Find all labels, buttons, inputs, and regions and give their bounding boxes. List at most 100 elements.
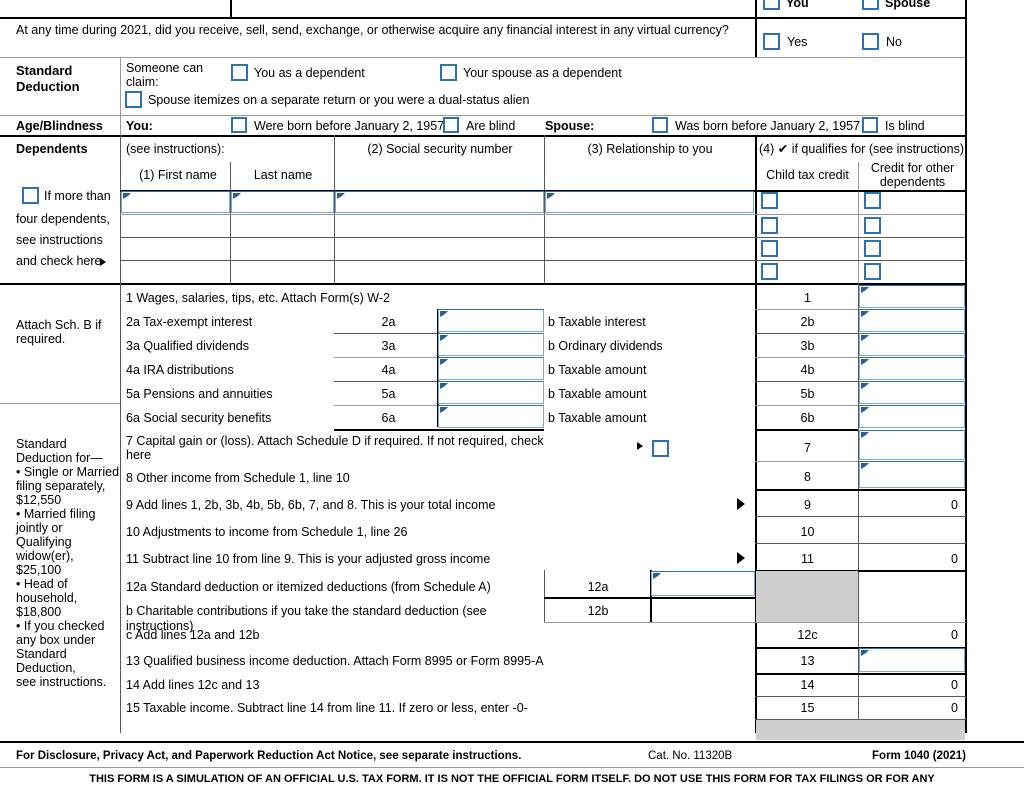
more-than-four-line2: four dependents, (16, 212, 110, 226)
line-3a-amount-field[interactable] (438, 333, 544, 356)
line-4a-number: 4a (381, 363, 396, 377)
dependent-1-child-tax-credit-checkbox[interactable] (761, 192, 778, 209)
deduction-sidebar-line-14: any box under (16, 633, 96, 647)
line-8-amount-field[interactable] (859, 461, 965, 488)
standard-deduction-heading-line2: Deduction (16, 79, 80, 94)
check-here-arrow-icon (100, 258, 106, 266)
checkbox-spouse-itemizes[interactable] (125, 91, 142, 108)
checkbox-top-you[interactable] (763, 0, 780, 10)
line-13-amount-field[interactable] (859, 648, 965, 672)
line-2b-amount-field[interactable] (859, 309, 965, 332)
dependents-col-credit-other-line2: dependents (879, 175, 946, 189)
dependents-col-ssn: (2) Social security number (367, 142, 513, 156)
dependent-3-child-tax-credit-checkbox[interactable] (761, 240, 778, 257)
rule-line-4b-num (755, 381, 858, 382)
line-10-number: 10 (800, 525, 815, 539)
label-spouse-age-blindness: Spouse: (545, 119, 595, 133)
line-6b-amount-field[interactable] (859, 405, 965, 428)
line-2b-number: 2b (800, 315, 815, 329)
rule-line-12b-bottom (544, 622, 755, 623)
rule-line-4a-num (334, 381, 437, 382)
deduction-sidebar-line-1: Deduction for— (16, 451, 103, 465)
line-6b-number: 6b (800, 411, 815, 425)
dependent-2-child-tax-credit-checkbox[interactable] (761, 217, 778, 234)
deduction-sidebar-line-4: $12,550 (16, 493, 62, 507)
line-11-label: 11 Subtract line 10 from line 9. This is… (126, 552, 491, 566)
checkbox-you-blind[interactable] (443, 117, 459, 133)
line-7-label-part2: here (126, 448, 152, 462)
checkbox-virtual-currency-no[interactable] (862, 33, 879, 50)
label-virtual-currency-yes: Yes (787, 35, 808, 49)
checkbox-you-as-dependent[interactable] (231, 64, 248, 81)
rule-dependents-row1 (120, 214, 966, 215)
line-15-label: 15 Taxable income. Subtract line 14 from… (126, 701, 528, 715)
dependent-1-first-name-field[interactable] (121, 191, 230, 213)
line-7-checkbox[interactable] (652, 440, 669, 457)
divider-standard-deduction-label (120, 57, 121, 116)
shaded-cell-12ab (756, 571, 858, 622)
rule-footer-top (0, 741, 1024, 743)
divider-right-edge (965, 0, 967, 733)
line-4a-amount-field[interactable] (438, 357, 544, 380)
line-3b-number: 3b (800, 339, 815, 353)
line-7-amount-field[interactable] (859, 430, 965, 460)
label-top-spouse: Spouse (885, 0, 931, 10)
label-you-as-dependent: You as a dependent (254, 66, 365, 80)
line-12a-number: 12a (587, 580, 609, 594)
deduction-sidebar-line-2: • Single or Married (16, 465, 120, 479)
line-4b-number: 4b (800, 363, 815, 377)
age-blindness-heading: Age/Blindness (16, 119, 103, 133)
line-7-flow-arrow-icon (637, 442, 643, 450)
rule-below-virtual-currency (0, 57, 966, 58)
dependent-1-last-name-field[interactable] (231, 191, 334, 213)
dependent-1-relationship-field[interactable] (545, 191, 754, 213)
line-4b-amount-field[interactable] (859, 357, 965, 380)
rule-line-3b-num (755, 357, 858, 358)
line-5b-amount-field[interactable] (859, 381, 965, 404)
line-2a-amount-field[interactable] (438, 309, 544, 332)
line-3b-amount-field[interactable] (859, 333, 965, 356)
line-11-flow-arrow-icon (737, 552, 745, 564)
rule-shaded-12ab-bottom (755, 622, 966, 623)
rule-below-top-row (0, 17, 966, 19)
checkbox-more-than-four-dependents[interactable] (22, 187, 39, 204)
dependent-4-child-tax-credit-checkbox[interactable] (761, 263, 778, 280)
dependents-col-child-tax-credit: Child tax credit (766, 168, 849, 182)
line-13-number: 13 (800, 654, 815, 668)
line-5a-amount-field[interactable] (438, 381, 544, 404)
checkbox-virtual-currency-yes[interactable] (763, 33, 780, 50)
label-top-you: You (786, 0, 809, 10)
checkbox-you-born-before[interactable] (231, 117, 247, 133)
dependent-1-credit-other-checkbox[interactable] (864, 192, 881, 209)
form-1040-page: You Spouse At any time during 2021, did … (0, 0, 1024, 799)
footer-disclosure-notice: For Disclosure, Privacy Act, and Paperwo… (16, 750, 522, 762)
deduction-sidebar-line-16: Deduction, (16, 661, 76, 675)
deduction-sidebar-line-8: widow(er), (16, 549, 74, 563)
label-you-age-blindness: You: (126, 119, 153, 133)
line-8-number: 8 (804, 470, 811, 484)
deduction-sidebar-line-3: filing separately, (16, 479, 106, 493)
checkbox-top-spouse[interactable] (862, 0, 879, 10)
dependent-1-ssn-field[interactable] (335, 191, 544, 213)
line-7-label-part1: 7 Capital gain or (loss). Attach Schedul… (126, 434, 544, 448)
line-3a-number: 3a (381, 339, 396, 353)
divider-dependents-ctc (858, 162, 859, 283)
line-12a-amount-field[interactable] (651, 571, 755, 596)
checkbox-spouse-as-dependent[interactable] (440, 64, 457, 81)
rule-line-5a-num (334, 405, 437, 406)
attach-sch-b-line2: required. (16, 332, 66, 346)
checkbox-spouse-born-before[interactable] (652, 117, 668, 133)
dependent-4-credit-other-checkbox[interactable] (864, 263, 881, 280)
virtual-currency-question: At any time during 2021, did you receive… (16, 23, 729, 37)
line-1-amount-field[interactable] (859, 285, 965, 308)
line-9-amount: 0 (951, 498, 958, 512)
label-you-born-before: Were born before January 2, 1957 (254, 119, 445, 133)
dependent-2-credit-other-checkbox[interactable] (864, 217, 881, 234)
rule-line-3a-num (334, 357, 437, 358)
shaded-cell-bottom (756, 720, 965, 740)
checkbox-spouse-blind[interactable] (862, 117, 878, 133)
line-6a-amount-field[interactable] (438, 405, 544, 428)
dependents-col-last-name: Last name (253, 168, 313, 182)
deduction-sidebar-line-10: • Head of (16, 577, 68, 591)
dependent-3-credit-other-checkbox[interactable] (864, 240, 881, 257)
